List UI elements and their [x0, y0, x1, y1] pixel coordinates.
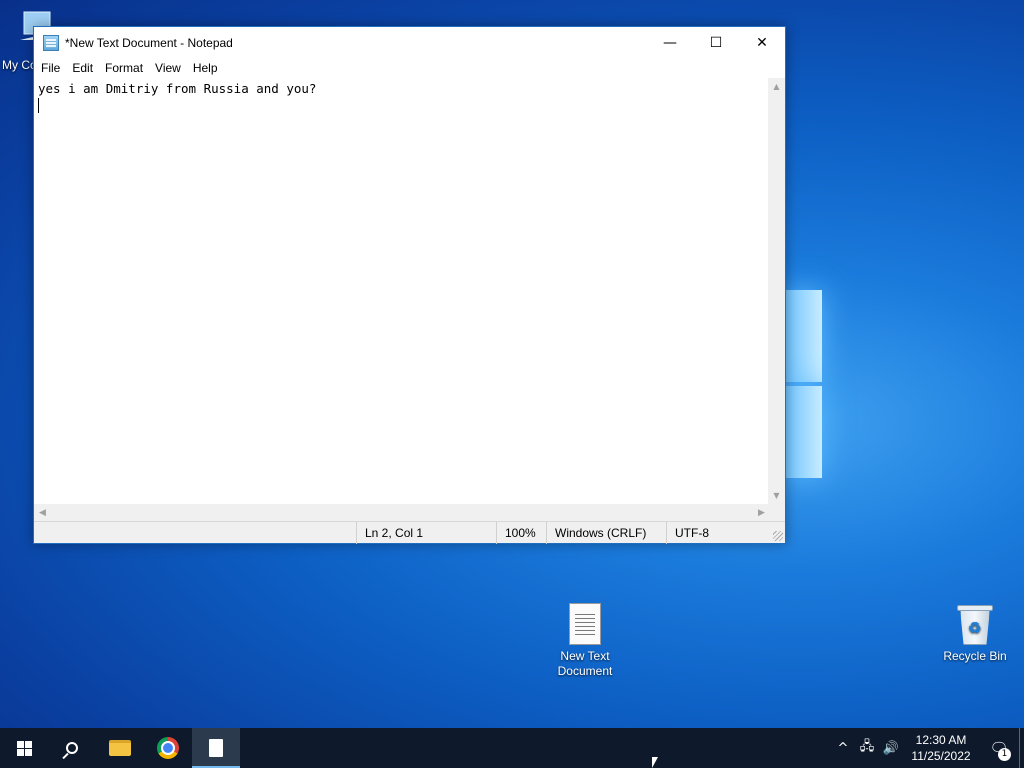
chrome-button[interactable]: [144, 728, 192, 768]
desktop-icon-label: New Text: [560, 649, 610, 663]
notification-center-button[interactable]: 🗨 1: [979, 728, 1019, 768]
status-position: Ln 2, Col 1: [356, 522, 496, 544]
menu-view[interactable]: View: [149, 61, 187, 75]
search-button[interactable]: [48, 728, 96, 768]
resize-grip-icon[interactable]: [773, 531, 783, 541]
menu-format[interactable]: Format: [99, 61, 149, 75]
notepad-icon: [209, 739, 223, 757]
notepad-taskbar-button[interactable]: [192, 728, 240, 768]
recycle-bin-icon: ♻: [957, 603, 993, 645]
show-desktop-button[interactable]: [1019, 728, 1024, 768]
maximize-button[interactable]: ☐: [693, 27, 739, 58]
desktop-icon-recycle-bin[interactable]: ♻ Recycle Bin: [935, 603, 1015, 664]
close-button[interactable]: ✕: [739, 27, 785, 58]
menu-file[interactable]: File: [35, 61, 66, 75]
network-icon[interactable]: 🖧: [855, 737, 879, 759]
status-encoding: UTF-8: [666, 522, 785, 544]
menu-bar: File Edit Format View Help: [34, 58, 785, 78]
text-caret: [38, 98, 39, 113]
scrollbar-corner: [768, 504, 785, 521]
desktop-icon-label: Recycle Bin: [943, 649, 1007, 663]
editor-content[interactable]: yes i am Dmitriy from Russia and you?: [38, 81, 316, 96]
minimize-button[interactable]: —: [647, 27, 693, 58]
desktop-icon-new-text-document[interactable]: New Text Document: [545, 603, 625, 679]
start-button[interactable]: [0, 728, 48, 768]
desktop-icon-label: My Co: [2, 58, 37, 72]
menu-edit[interactable]: Edit: [66, 61, 99, 75]
notification-badge: 1: [998, 748, 1011, 761]
scroll-left-icon[interactable]: ◀: [34, 504, 51, 521]
window-title: *New Text Document - Notepad: [65, 35, 233, 50]
text-document-icon: [569, 603, 601, 645]
mouse-cursor-icon: [652, 757, 658, 768]
menu-help[interactable]: Help: [187, 61, 224, 75]
vertical-scrollbar[interactable]: ▲ ▼: [768, 78, 785, 504]
file-explorer-icon: [109, 740, 131, 756]
volume-icon[interactable]: 🔊: [879, 741, 903, 756]
text-editor[interactable]: yes i am Dmitriy from Russia and you?: [34, 78, 770, 504]
status-zoom: 100%: [496, 522, 546, 544]
search-icon: [66, 742, 78, 754]
title-bar[interactable]: *New Text Document - Notepad — ☐ ✕: [34, 27, 785, 58]
status-line-ending: Windows (CRLF): [546, 522, 666, 544]
clock-time: 12:30 AM: [915, 733, 967, 747]
status-bar: Ln 2, Col 1 100% Windows (CRLF) UTF-8: [34, 521, 785, 544]
taskbar: ^ 🖧 🔊 12:30 AM 11/25/2022 🗨 1: [0, 728, 1024, 768]
start-icon: [16, 740, 32, 756]
notepad-window[interactable]: *New Text Document - Notepad — ☐ ✕ File …: [33, 26, 786, 544]
scroll-up-icon[interactable]: ▲: [768, 78, 785, 95]
chevron-up-icon[interactable]: ^: [831, 741, 855, 756]
clock-date: 11/25/2022: [911, 749, 971, 763]
file-explorer-button[interactable]: [96, 728, 144, 768]
clock[interactable]: 12:30 AM 11/25/2022: [903, 732, 979, 764]
scroll-down-icon[interactable]: ▼: [768, 487, 785, 504]
system-tray: ^ 🖧 🔊 12:30 AM 11/25/2022 🗨 1: [831, 728, 1024, 768]
wallpaper-windows-logo: [786, 290, 822, 480]
desktop-icon-label: Document: [557, 664, 613, 678]
chrome-icon: [157, 737, 179, 759]
notepad-icon: [43, 34, 59, 51]
horizontal-scrollbar[interactable]: ◀ ▶: [34, 504, 770, 521]
